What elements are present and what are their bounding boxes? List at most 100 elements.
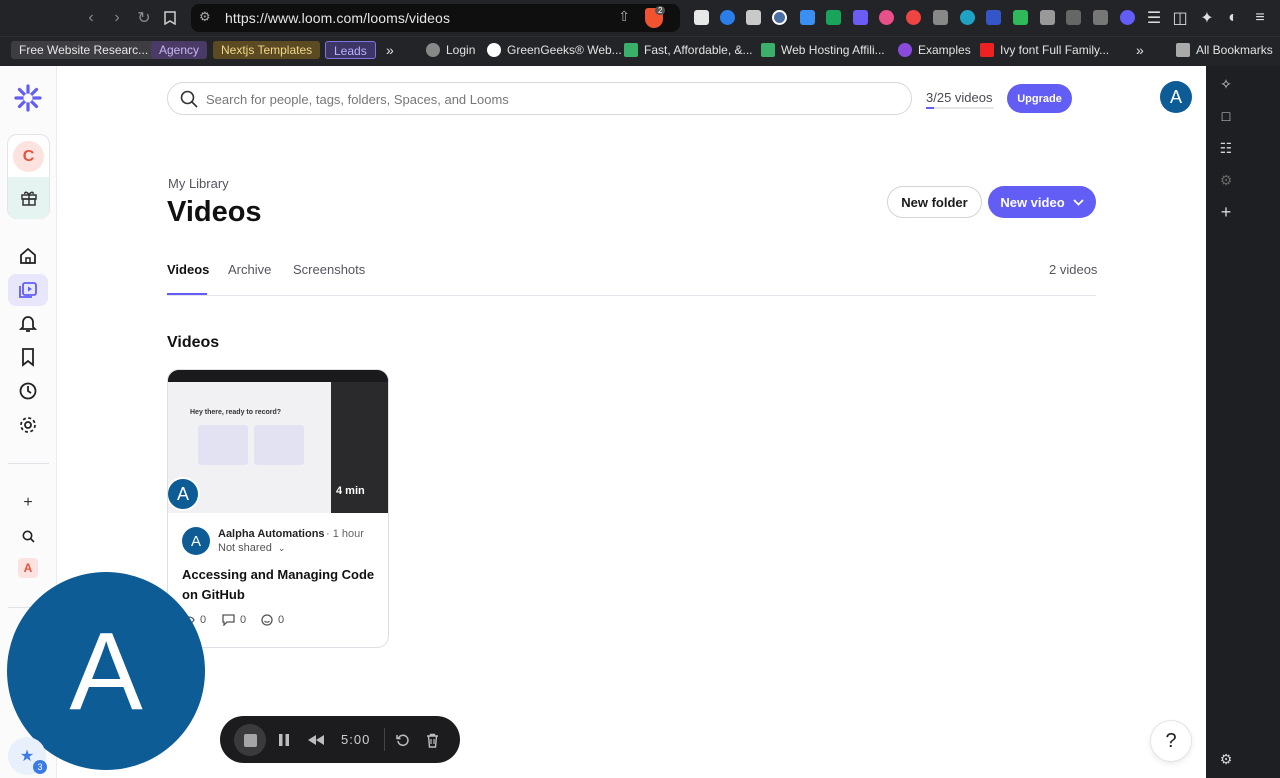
search-icon[interactable] [18, 526, 38, 546]
search-input[interactable] [206, 89, 896, 109]
stop-icon [243, 733, 257, 747]
quota-progress [926, 107, 994, 109]
reload-icon[interactable]: ↻ [134, 8, 154, 28]
bookmarks-bar: Free Website Researc... Agency Nextjs Te… [0, 36, 1280, 66]
more-bookmarks-icon[interactable]: » [1136, 42, 1144, 58]
extension-icon[interactable] [746, 10, 761, 25]
tab-archive[interactable]: Archive [228, 262, 271, 277]
user-avatar[interactable]: A [1160, 81, 1192, 113]
bookmark-icon[interactable] [160, 8, 180, 28]
breadcrumb[interactable]: My Library [168, 176, 229, 191]
rewind-button[interactable] [306, 730, 326, 750]
comments-count[interactable]: 0 [222, 614, 246, 626]
share-icon[interactable]: ⇧ [618, 8, 630, 25]
settings-icon[interactable]: ⚙ [1217, 171, 1235, 189]
sidebar-toggle-icon[interactable]: ◫ [1170, 8, 1190, 28]
tab-screenshots[interactable]: Screenshots [293, 262, 365, 277]
new-folder-button[interactable]: New folder [887, 186, 982, 218]
video-title[interactable]: Accessing and Managing Code on GitHub [182, 565, 377, 605]
bookmark-folder[interactable]: Nextjs Templates [213, 41, 321, 59]
loom-extension-icon[interactable] [1120, 10, 1135, 25]
video-card[interactable]: Hey there, ready to record? 4 min A A Aa… [167, 369, 389, 648]
bookmark-folder[interactable]: Agency [151, 41, 208, 59]
bookmarks-icon[interactable]: □ [1217, 107, 1235, 125]
bookmark-item[interactable]: Web Hosting Affili... [761, 42, 885, 58]
help-button[interactable]: ? [1150, 720, 1192, 762]
restart-button[interactable] [393, 730, 413, 750]
video-thumbnail[interactable]: Hey there, ready to record? 4 min A [168, 370, 388, 513]
settings-icon[interactable]: ⚙ [1217, 750, 1235, 768]
extension-icon[interactable] [800, 10, 815, 25]
extension-icon[interactable] [720, 10, 735, 25]
extension-icon[interactable] [933, 10, 948, 25]
reactions-count[interactable]: 0 [261, 614, 284, 626]
extension-icon[interactable] [986, 10, 1001, 25]
owner-avatar: A [182, 527, 210, 555]
bookmark-item[interactable]: Examples [898, 42, 971, 58]
address-bar[interactable]: ⚙ https://www.loom.com/looms/videos ⇧ [191, 4, 680, 32]
wallet-icon[interactable]: ◐ [1223, 8, 1243, 28]
extension-icon[interactable] [960, 10, 975, 25]
watch-later-icon[interactable] [8, 341, 48, 373]
history-icon[interactable] [8, 375, 48, 407]
extension-icon[interactable] [772, 10, 787, 25]
extension-icon[interactable] [853, 10, 868, 25]
bookmark-item[interactable]: Fast, Affordable, &... [624, 42, 753, 58]
video-quota[interactable]: 3/25 videos [926, 90, 993, 105]
leo-icon[interactable]: ✦ [1197, 8, 1217, 28]
site-settings-icon[interactable]: ⚙ [199, 9, 211, 25]
leo-ai-icon[interactable]: ✧ [1217, 75, 1235, 93]
sharing-status[interactable]: Not shared ⌄ [218, 542, 285, 554]
delete-button[interactable] [422, 730, 442, 750]
gift-icon[interactable] [8, 177, 49, 219]
trash-icon [426, 733, 438, 748]
loom-logo-icon[interactable] [14, 84, 42, 112]
pause-button[interactable] [274, 730, 294, 750]
notifications-icon[interactable] [8, 307, 48, 339]
bookmark-item[interactable]: Login [426, 42, 475, 58]
upgrade-button[interactable]: Upgrade [1007, 84, 1072, 113]
workspace-switcher[interactable]: C [7, 134, 50, 219]
library-icon[interactable] [8, 274, 48, 306]
new-video-button[interactable]: New video [988, 186, 1096, 218]
bookmark-item[interactable]: Ivy font Full Family... [980, 42, 1109, 58]
space-avatar[interactable]: A [18, 558, 38, 578]
extensions-icon[interactable]: ☰ [1144, 8, 1164, 28]
video-duration: 4 min [336, 485, 365, 497]
bookmark-label: Ivy font Full Family... [1000, 43, 1110, 57]
more-bookmarks-icon[interactable]: » [386, 42, 394, 58]
bookmark-folder[interactable]: Leads [325, 41, 376, 59]
bookmark-label: Web Hosting Affili... [781, 43, 885, 57]
settings-icon[interactable] [8, 409, 48, 441]
tab-videos[interactable]: Videos [167, 262, 209, 277]
bookmark-folder[interactable]: Free Website Researc... [11, 41, 157, 59]
bookmark-label: GreenGeeks® Web... [507, 43, 622, 57]
extension-icon[interactable] [694, 10, 709, 25]
all-bookmarks[interactable]: All Bookmarks [1176, 42, 1273, 58]
extension-icon[interactable] [826, 10, 841, 25]
extension-icon[interactable] [879, 10, 894, 25]
workspace-avatar[interactable]: C [13, 141, 44, 172]
restart-icon [396, 734, 409, 747]
emoji-icon [261, 614, 273, 626]
home-icon[interactable] [8, 240, 48, 272]
back-icon[interactable]: ‹ [81, 8, 101, 28]
thumbnail-toolbar [168, 370, 388, 382]
chevron-down-icon [1073, 198, 1084, 206]
video-count: 2 videos [1049, 262, 1098, 277]
add-icon[interactable]: + [1217, 202, 1235, 222]
owner-name[interactable]: Aalpha Automations [218, 528, 325, 540]
thumbnail-option [254, 425, 304, 465]
menu-icon[interactable]: ≡ [1250, 8, 1270, 28]
reading-list-icon[interactable]: ☷ [1217, 139, 1235, 157]
search-bar[interactable] [167, 82, 912, 115]
bookmark-item[interactable]: GreenGeeks® Web... [487, 42, 622, 58]
add-icon[interactable]: + [18, 493, 38, 513]
extension-icon[interactable] [1013, 10, 1028, 25]
extension-icon[interactable] [1066, 10, 1081, 25]
forward-icon[interactable]: › [107, 8, 127, 28]
extension-icon[interactable] [906, 10, 921, 25]
stop-button[interactable] [234, 724, 266, 756]
extension-icon[interactable] [1040, 10, 1055, 25]
extension-icon[interactable] [1093, 10, 1108, 25]
